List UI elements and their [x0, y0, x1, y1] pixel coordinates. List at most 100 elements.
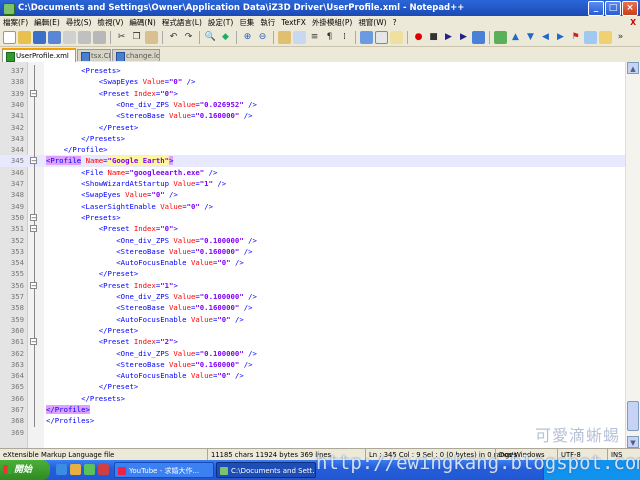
user-language-icon[interactable] [360, 31, 373, 44]
move-right-icon[interactable]: ▶ [554, 31, 567, 44]
menu-textfx[interactable]: TextFX [278, 18, 309, 27]
code-line[interactable]: 359 <AutoFocusEnable Value="0" /> [0, 314, 626, 325]
quicklaunch-media-icon[interactable] [98, 464, 109, 475]
maximize-button[interactable]: □ [605, 1, 621, 16]
code-line[interactable]: 338 <SwapEyes Value="0" /> [0, 76, 626, 87]
code-line[interactable]: 350 <Presets> [0, 212, 626, 223]
code-line[interactable]: 363 <StereoBase Value="0.160000" /> [0, 359, 626, 370]
code-line[interactable]: 349 <LaserSightEnable Value="0" /> [0, 201, 626, 212]
tab-change-log[interactable]: change.log [112, 49, 160, 61]
fold-toggle-icon[interactable]: − [30, 89, 37, 97]
stop-recording-icon[interactable]: ■ [427, 31, 440, 44]
code-line[interactable]: 368 </Profiles> [0, 415, 626, 426]
taskbar-button-notepadpp[interactable]: C:\Documents and Sett... [216, 462, 316, 478]
cut-icon[interactable]: ✂ [115, 31, 128, 44]
code-line[interactable]: 355 </Preset> [0, 268, 626, 279]
start-button[interactable]: 開始 [0, 460, 50, 480]
new-file-icon[interactable] [3, 31, 16, 44]
word-wrap-icon[interactable]: ≡ [308, 31, 321, 44]
play-macro-icon[interactable]: ▶ [442, 31, 455, 44]
vertical-scrollbar[interactable]: ▲ ▼ [625, 62, 640, 448]
quicklaunch-ie-icon[interactable] [56, 464, 67, 475]
code-line[interactable]: 341 <StereoBase Value="0.160000" /> [0, 110, 626, 121]
scrollbar-thumb[interactable] [627, 401, 639, 431]
code-line[interactable]: 356 <Preset Index="1"> [0, 280, 626, 291]
code-line[interactable]: 339 <Preset Index="0"> [0, 88, 626, 99]
menu-macro[interactable]: 巨集 [236, 18, 257, 27]
save-icon[interactable] [33, 31, 46, 44]
minimize-button[interactable]: _ [588, 1, 604, 16]
save-macro-icon[interactable] [472, 31, 485, 44]
code-line[interactable]: 367 </Profile> [0, 404, 626, 415]
function-list-icon[interactable] [390, 31, 403, 44]
code-line[interactable]: 357 <One_div_ZPS Value="0.100000" /> [0, 291, 626, 302]
copy-icon[interactable]: ❐ [130, 31, 143, 44]
taskbar-button-youtube[interactable]: YouTube - 求婚大作... [114, 462, 214, 478]
close-all-icon[interactable] [78, 31, 91, 44]
code-line[interactable]: 352 <One_div_ZPS Value="0.100000" /> [0, 235, 626, 246]
code-line[interactable]: 347 <ShowWizardAtStartup Value="1" /> [0, 178, 626, 189]
scroll-up-icon[interactable]: ▲ [627, 62, 639, 74]
menu-search[interactable]: 尋找(S) [63, 18, 95, 27]
show-all-chars-icon[interactable]: ¶ [323, 31, 336, 44]
code-line[interactable]: 342 </Preset> [0, 122, 626, 133]
code-line[interactable]: 369 [0, 427, 626, 438]
document-map-icon[interactable] [375, 31, 388, 44]
code-line[interactable]: 348 <SwapEyes Value="0" /> [0, 189, 626, 200]
bookmark-icon[interactable]: ⚑ [569, 31, 582, 44]
redo-icon[interactable]: ↷ [182, 31, 195, 44]
code-line[interactable]: 345 <Profile Name="Google Earth"> [0, 155, 626, 167]
move-down-icon[interactable]: ▼ [524, 31, 537, 44]
editor-pane[interactable]: 337 <Presets> 338 <SwapEyes Value="0" /> 3… [0, 62, 640, 448]
paste-icon[interactable] [145, 31, 158, 44]
run-macro-multiple-icon[interactable]: ▶ [457, 31, 470, 44]
code-line[interactable]: 361 <Preset Index="2"> [0, 336, 626, 347]
close-document-button[interactable]: X [630, 16, 636, 29]
code-line[interactable]: 354 <AutoFocusEnable Value="0" /> [0, 257, 626, 268]
find-icon[interactable]: 🔍 [204, 31, 217, 44]
code-line[interactable]: 353 <StereoBase Value="0.160000" /> [0, 246, 626, 257]
replace-icon[interactable]: ◆ [219, 31, 232, 44]
code-line[interactable]: 362 <One_div_ZPS Value="0.100000" /> [0, 348, 626, 359]
code-line[interactable]: 365 </Preset> [0, 381, 626, 392]
menu-run[interactable]: 執行 [257, 18, 278, 27]
move-up-icon[interactable]: ▲ [509, 31, 522, 44]
quicklaunch-folder-icon[interactable] [70, 464, 81, 475]
code-line[interactable]: 360 </Preset> [0, 325, 626, 336]
quicklaunch-desktop-icon[interactable] [84, 464, 95, 475]
menu-file[interactable]: 檔案(F) [0, 18, 31, 27]
fold-toggle-icon[interactable]: − [30, 157, 37, 165]
tab-userprofile-xml[interactable]: UserProfile.xml [2, 48, 76, 62]
menu-language[interactable]: 程式語言(L) [159, 18, 205, 27]
print-icon[interactable] [93, 31, 106, 44]
zoom-in-icon[interactable]: ⊕ [241, 31, 254, 44]
move-left-icon[interactable]: ◀ [539, 31, 552, 44]
title-bar[interactable]: C:\Documents and Settings\Owner\Applicat… [0, 0, 640, 16]
close-file-icon[interactable] [63, 31, 76, 44]
zoom-out-icon[interactable]: ⊖ [256, 31, 269, 44]
code-line[interactable]: 343 </Presets> [0, 133, 626, 144]
menu-edit[interactable]: 編輯(E) [31, 18, 63, 27]
fold-toggle-icon[interactable]: − [30, 338, 37, 346]
help-icon[interactable] [599, 31, 612, 44]
code-line[interactable]: 340 <One_div_ZPS Value="0.026952" /> [0, 99, 626, 110]
indent-guide-icon[interactable]: ⁞ [338, 31, 351, 44]
code-line[interactable]: 366 </Presets> [0, 393, 626, 404]
fold-toggle-icon[interactable]: − [30, 225, 37, 233]
close-window-button[interactable]: × [622, 1, 638, 16]
compare-icon[interactable] [584, 31, 597, 44]
tab-tsx-cfg[interactable]: tsx.CFG [77, 49, 111, 61]
open-file-icon[interactable] [18, 31, 31, 44]
sync-horizontal-icon[interactable] [293, 31, 306, 44]
code-line[interactable]: 351 <Preset Index="0"> [0, 223, 626, 234]
toolbar-overflow-icon[interactable]: » [614, 31, 627, 44]
plugin-icon[interactable] [494, 31, 507, 44]
code-line[interactable]: 337 <Presets> [0, 65, 626, 76]
menu-settings[interactable]: 設定(T) [205, 18, 236, 27]
menu-view[interactable]: 檢視(V) [94, 18, 126, 27]
menu-help[interactable]: ? [390, 18, 400, 27]
record-macro-icon[interactable]: ● [412, 31, 425, 44]
sync-vertical-icon[interactable] [278, 31, 291, 44]
menu-plugins[interactable]: 外掛模組(P) [309, 18, 355, 27]
fold-toggle-icon[interactable]: − [30, 213, 37, 221]
